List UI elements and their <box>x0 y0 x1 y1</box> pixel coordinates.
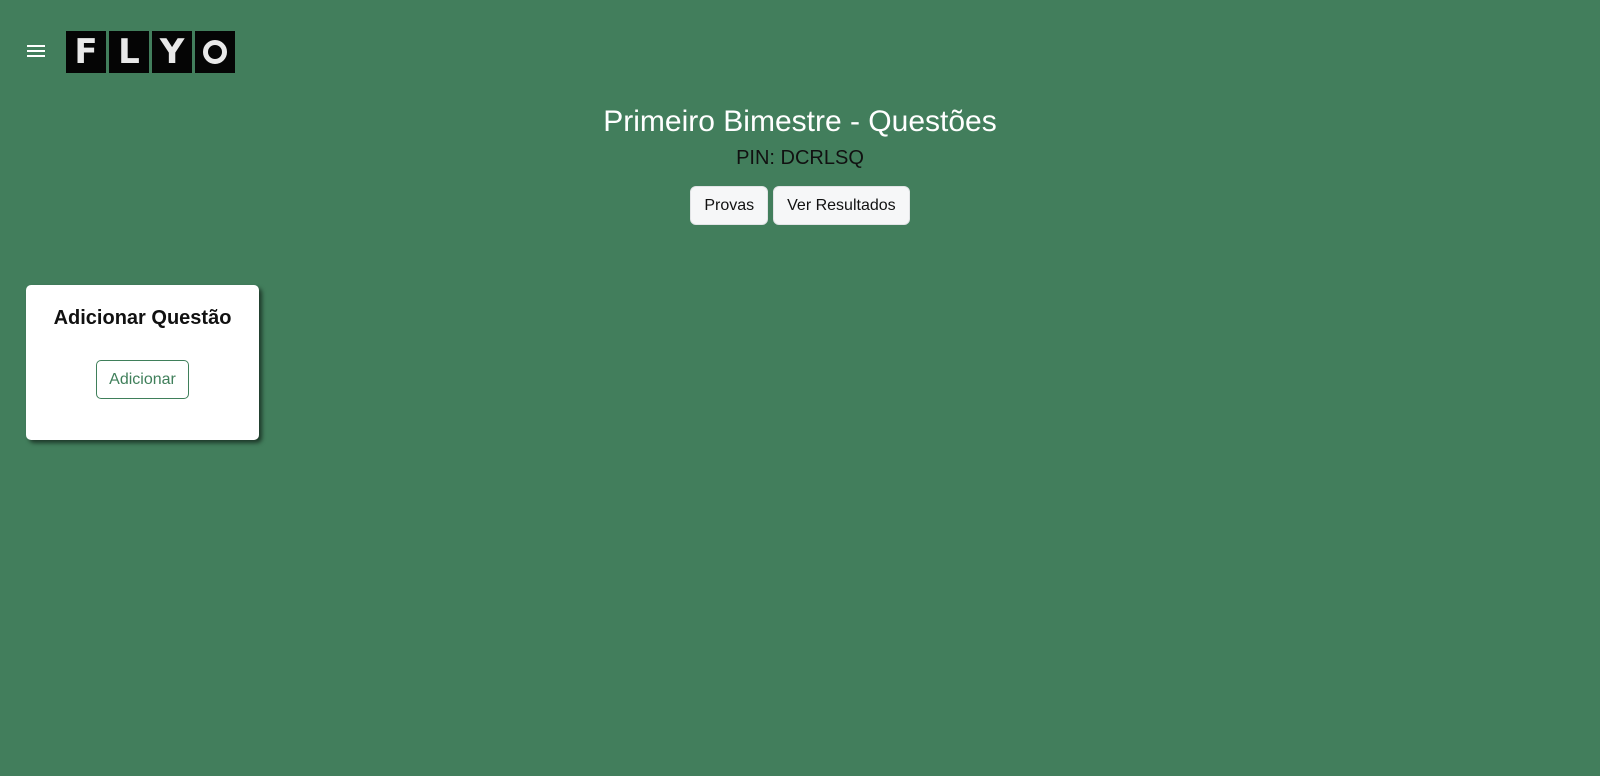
menu-bar-middle <box>27 50 45 52</box>
add-question-title: Adicionar Questão <box>53 307 232 329</box>
page-header: Primeiro Bimestre - Questões PIN: DCRLSQ… <box>0 100 1600 225</box>
logo-ring-icon <box>203 40 227 64</box>
menu-bar-top <box>27 45 45 47</box>
page-title: Primeiro Bimestre - Questões <box>603 105 997 138</box>
logo-tile-o <box>195 31 235 73</box>
hamburger-menu-icon[interactable] <box>26 42 46 60</box>
logo-tile-y: Y <box>152 31 192 73</box>
ver-resultados-button[interactable]: Ver Resultados <box>773 186 910 225</box>
add-question-button[interactable]: Adicionar <box>96 360 189 399</box>
menu-bar-bottom <box>27 55 45 57</box>
flyo-logo[interactable]: F L Y <box>66 31 235 73</box>
provas-button[interactable]: Provas <box>690 186 769 225</box>
top-bar: F L Y <box>0 0 1600 100</box>
logo-tile-l: L <box>109 31 149 73</box>
add-question-card: Adicionar Questão Adicionar <box>26 285 259 440</box>
pin-code: DCRLSQ <box>780 147 864 169</box>
header-actions: Provas Ver Resultados <box>0 186 1600 225</box>
pin-label: PIN: <box>736 147 775 169</box>
pin-display: PIN: DCRLSQ <box>0 146 1600 170</box>
logo-tile-f: F <box>66 31 106 73</box>
